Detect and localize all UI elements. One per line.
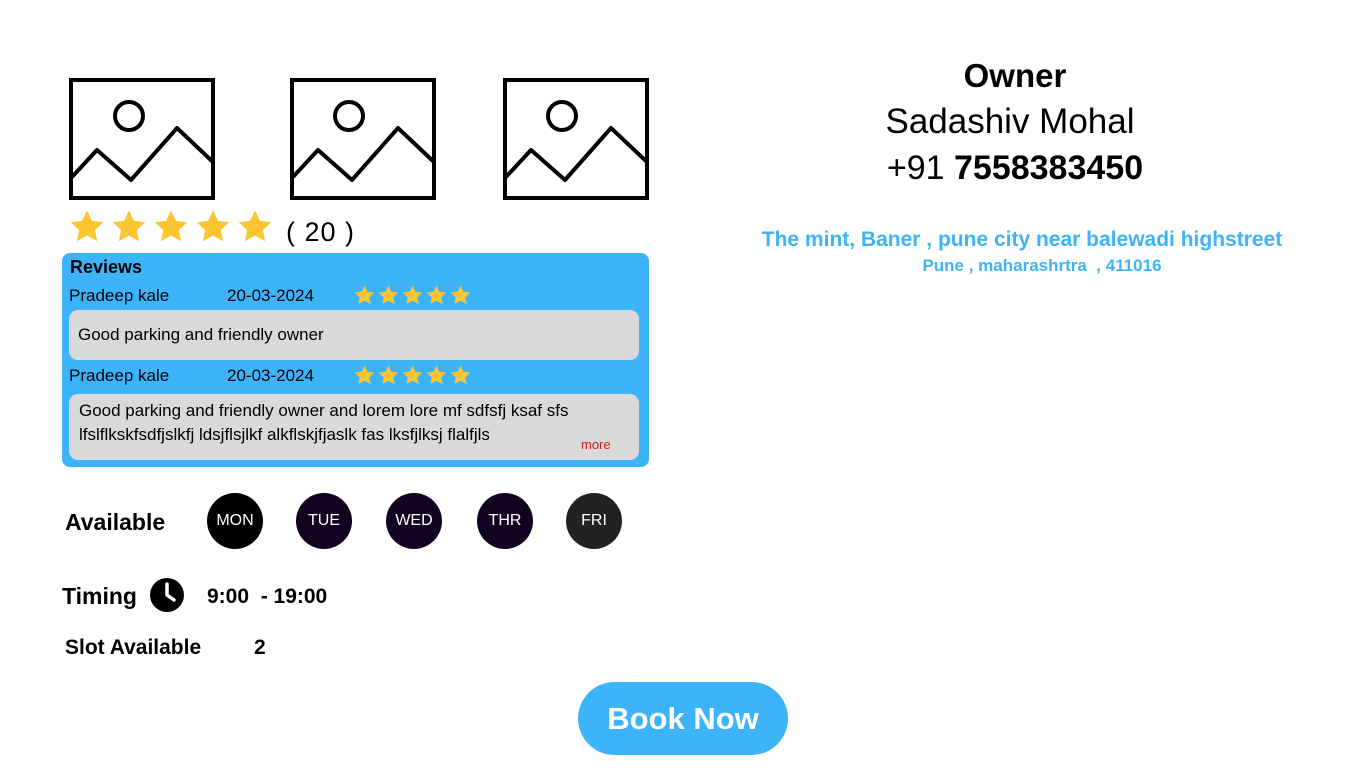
star-icon	[196, 210, 230, 242]
day-thr[interactable]: THR	[477, 493, 533, 549]
day-fri[interactable]: FRI	[566, 493, 622, 549]
image-placeholder-icon	[503, 78, 649, 200]
timing-label: Timing	[62, 583, 137, 609]
owner-phone[interactable]: +91 7558383450	[850, 147, 1180, 189]
address-line-1: The mint, Baner , pune city near balewad…	[761, 228, 1283, 251]
slot-available-label: Slot Available	[65, 636, 202, 659]
slot-available-count: 2	[254, 636, 266, 659]
parking-photo-2[interactable]	[290, 78, 436, 200]
phone-prefix: +91	[886, 149, 945, 187]
reviewer-name: Pradeep kale	[69, 366, 170, 385]
star-icon	[70, 210, 104, 242]
reviews-panel: Reviews Pradeep kale 20-03-2024 Good par…	[62, 253, 649, 467]
star-icon	[154, 210, 188, 242]
parking-photo-1[interactable]	[69, 78, 215, 200]
star-icon	[112, 210, 146, 242]
review-date: 20-03-2024	[227, 286, 314, 305]
reviews-heading: Reviews	[70, 257, 143, 277]
star-icon	[354, 285, 375, 305]
star-icon	[378, 285, 399, 305]
book-now-button[interactable]: Book Now	[578, 682, 788, 755]
star-icon	[450, 365, 471, 385]
star-icon	[402, 365, 423, 385]
more-link[interactable]: more	[581, 437, 611, 453]
address-line-2: Pune , maharashrtra , 411016	[922, 256, 1162, 275]
available-label: Available	[65, 509, 166, 535]
parking-photo-3[interactable]	[503, 78, 649, 200]
clock-icon	[150, 578, 184, 612]
image-placeholder-icon	[69, 78, 215, 200]
day-mon[interactable]: MON	[207, 493, 263, 549]
owner-name: Sadashiv Mohal	[885, 102, 1135, 141]
star-icon	[378, 365, 399, 385]
star-icon	[450, 285, 471, 305]
timing-value: 9:00 - 19:00	[207, 585, 328, 608]
review-date: 20-03-2024	[227, 366, 314, 385]
phone-number: 7558383450	[954, 149, 1144, 187]
rating-count: ( 20 )	[286, 217, 356, 247]
reviewer-name: Pradeep kale	[69, 286, 170, 305]
review-text: Good parking and friendly owner and lore…	[69, 394, 639, 460]
star-icon	[426, 285, 447, 305]
star-icon	[354, 365, 375, 385]
star-icon	[426, 365, 447, 385]
day-tue[interactable]: TUE	[296, 493, 352, 549]
review-text-body: Good parking and friendly owner and lore…	[79, 401, 569, 444]
star-icon	[238, 210, 272, 242]
owner-heading: Owner	[963, 57, 1067, 94]
review-rating-stars	[353, 284, 472, 307]
day-wed[interactable]: WED	[386, 493, 442, 549]
overall-rating-stars	[68, 208, 274, 246]
star-icon	[402, 285, 423, 305]
image-placeholder-icon	[290, 78, 436, 200]
review-text: Good parking and friendly owner	[69, 310, 639, 360]
review-rating-stars	[353, 364, 472, 387]
